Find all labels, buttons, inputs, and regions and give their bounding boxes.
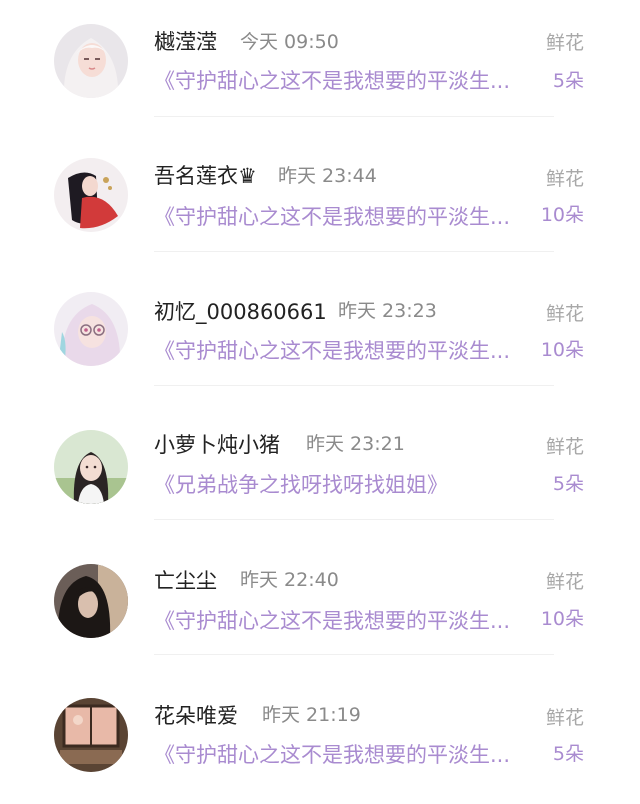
gift-type: 鲜花: [545, 168, 584, 190]
divider: [154, 519, 554, 520]
list-item[interactable]: 樾滢滢 今天 09:50 鲜花 《守护甜心之这不是我想要的平淡生... 5朵: [0, 0, 640, 134]
avatar-red-dress-anime-icon: [54, 158, 128, 232]
list-item[interactable]: 小萝卜炖小猪 昨天 23:21 鲜花 《兄弟战争之找呀找呀找姐姐》 5朵: [0, 402, 640, 536]
avatar-girl-photo-icon: [54, 430, 128, 504]
gift-type: 鲜花: [545, 32, 584, 54]
gift-type: 鲜花: [545, 707, 584, 729]
avatar[interactable]: [54, 24, 128, 98]
timestamp: 昨天 23:21: [306, 433, 405, 455]
avatar-white-hair-girl-icon: [54, 24, 128, 98]
divider: [154, 385, 554, 386]
gift-type: 鲜花: [545, 571, 584, 593]
gift-type: 鲜花: [545, 436, 584, 458]
gift-count: 10朵: [540, 608, 584, 630]
book-title-link[interactable]: 《守护甜心之这不是我想要的平淡生...: [154, 338, 532, 364]
list-item[interactable]: 亡尘尘 昨天 22:40 鲜花 《守护甜心之这不是我想要的平淡生... 10朵: [0, 536, 640, 670]
timestamp: 昨天 23:44: [278, 165, 377, 187]
user-name[interactable]: 樾滢滢: [154, 29, 217, 55]
book-title-link[interactable]: 《兄弟战争之找呀找呀找姐姐》: [154, 472, 532, 498]
timestamp: 昨天 23:23: [338, 300, 437, 322]
user-name[interactable]: 吾名莲衣♛: [154, 163, 257, 189]
user-name[interactable]: 初忆_000860661: [154, 299, 327, 325]
avatar[interactable]: [54, 292, 128, 366]
gift-count: 10朵: [540, 204, 584, 226]
book-title-link[interactable]: 《守护甜心之这不是我想要的平淡生...: [154, 608, 532, 634]
avatar[interactable]: [54, 564, 128, 638]
gift-type: 鲜花: [545, 303, 584, 325]
timestamp: 今天 09:50: [240, 31, 339, 53]
list-item[interactable]: 初忆_000860661 昨天 23:23 鲜花 《守护甜心之这不是我想要的平淡…: [0, 268, 640, 402]
book-title-link[interactable]: 《守护甜心之这不是我想要的平淡生...: [154, 742, 532, 768]
book-title-link[interactable]: 《守护甜心之这不是我想要的平淡生...: [154, 68, 532, 94]
user-name[interactable]: 小萝卜炖小猪: [154, 432, 280, 458]
gift-count: 5朵: [552, 473, 584, 495]
avatar[interactable]: [54, 698, 128, 772]
gift-count: 5朵: [552, 70, 584, 92]
avatar-dark-hair-girl-icon: [54, 564, 128, 638]
avatar[interactable]: [54, 158, 128, 232]
book-title-link[interactable]: 《守护甜心之这不是我想要的平淡生...: [154, 204, 532, 230]
divider: [154, 116, 554, 117]
list-item[interactable]: 吾名莲衣♛ 昨天 23:44 鲜花 《守护甜心之这不是我想要的平淡生... 10…: [0, 134, 640, 268]
gift-count: 5朵: [552, 743, 584, 765]
divider: [154, 251, 554, 252]
user-name[interactable]: 花朵唯爱: [154, 703, 238, 729]
gift-count: 10朵: [540, 339, 584, 361]
list-item[interactable]: 花朵唯爱 昨天 21:19 鲜花 《守护甜心之这不是我想要的平淡生... 5朵: [0, 670, 640, 804]
avatar-pink-hair-glasses-icon: [54, 292, 128, 366]
timestamp: 昨天 22:40: [240, 569, 339, 591]
user-name[interactable]: 亡尘尘: [154, 568, 217, 594]
avatar[interactable]: [54, 430, 128, 504]
avatar-window-scene-icon: [54, 698, 128, 772]
timestamp: 昨天 21:19: [262, 704, 361, 726]
divider: [154, 654, 554, 655]
